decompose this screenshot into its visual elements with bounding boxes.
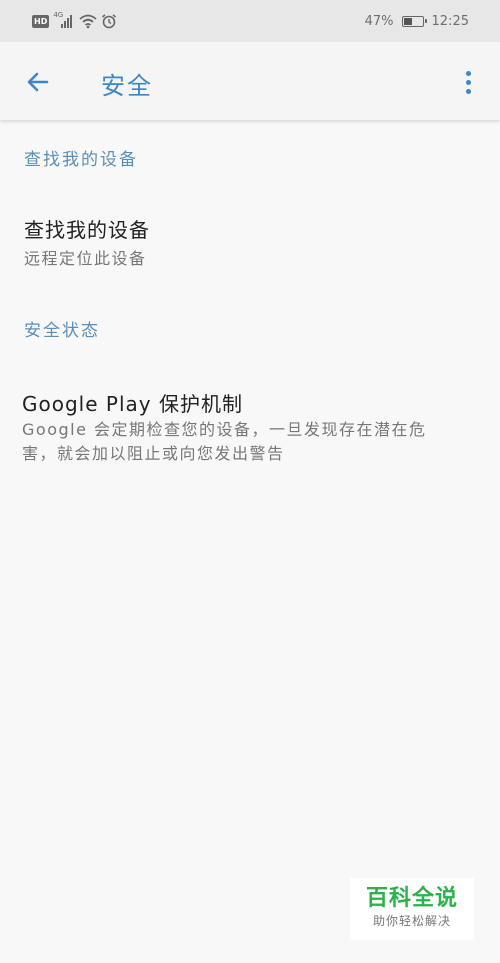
section-header-security-status: 安全状态 bbox=[24, 321, 100, 341]
page-title: 安全 bbox=[101, 72, 153, 100]
watermark-title: 百科全说 bbox=[365, 886, 458, 911]
battery-icon bbox=[401, 15, 427, 27]
baike-watermark: 百科全说 助你轻松解决 bbox=[350, 878, 474, 940]
settings-screen: HD 4G 47% 12:25 安全 查找我的设备 查找我的设备 远程定位此设备… bbox=[0, 0, 500, 963]
wifi-icon bbox=[79, 13, 97, 29]
pref-find-my-device[interactable]: 查找我的设备 远程定位此设备 bbox=[0, 214, 500, 276]
arrow-left-icon bbox=[27, 72, 49, 92]
signal-icon: 4G bbox=[53, 11, 75, 29]
status-bar: HD 4G 47% 12:25 bbox=[0, 0, 500, 42]
pref-summary-line-2: 害，就会加以阻止或向您发出警告 bbox=[22, 444, 285, 463]
battery-level-fill bbox=[403, 17, 412, 25]
hd-icon: HD bbox=[32, 14, 50, 28]
more-vert-icon bbox=[465, 70, 471, 76]
watermark-subtitle: 助你轻松解决 bbox=[372, 914, 451, 928]
battery-percent: 47% bbox=[364, 13, 394, 29]
pref-title: 查找我的设备 bbox=[24, 218, 150, 242]
pref-title: Google Play 保护机制 bbox=[22, 392, 243, 416]
more-options-button[interactable] bbox=[454, 66, 482, 98]
app-bar: 安全 bbox=[0, 42, 500, 120]
clock-time: 12:25 bbox=[431, 13, 469, 29]
pref-summary: 远程定位此设备 bbox=[24, 249, 147, 268]
section-header-find-device: 查找我的设备 bbox=[24, 150, 138, 170]
alarm-icon bbox=[101, 13, 117, 29]
status-icons-right: 47% 12:25 bbox=[365, 12, 469, 30]
status-icons-left: HD 4G bbox=[32, 11, 117, 30]
back-button[interactable] bbox=[20, 64, 56, 100]
pref-google-play-protect[interactable]: Google Play 保护机制 Google 会定期检查您的设备，一旦发现存在… bbox=[0, 388, 500, 468]
